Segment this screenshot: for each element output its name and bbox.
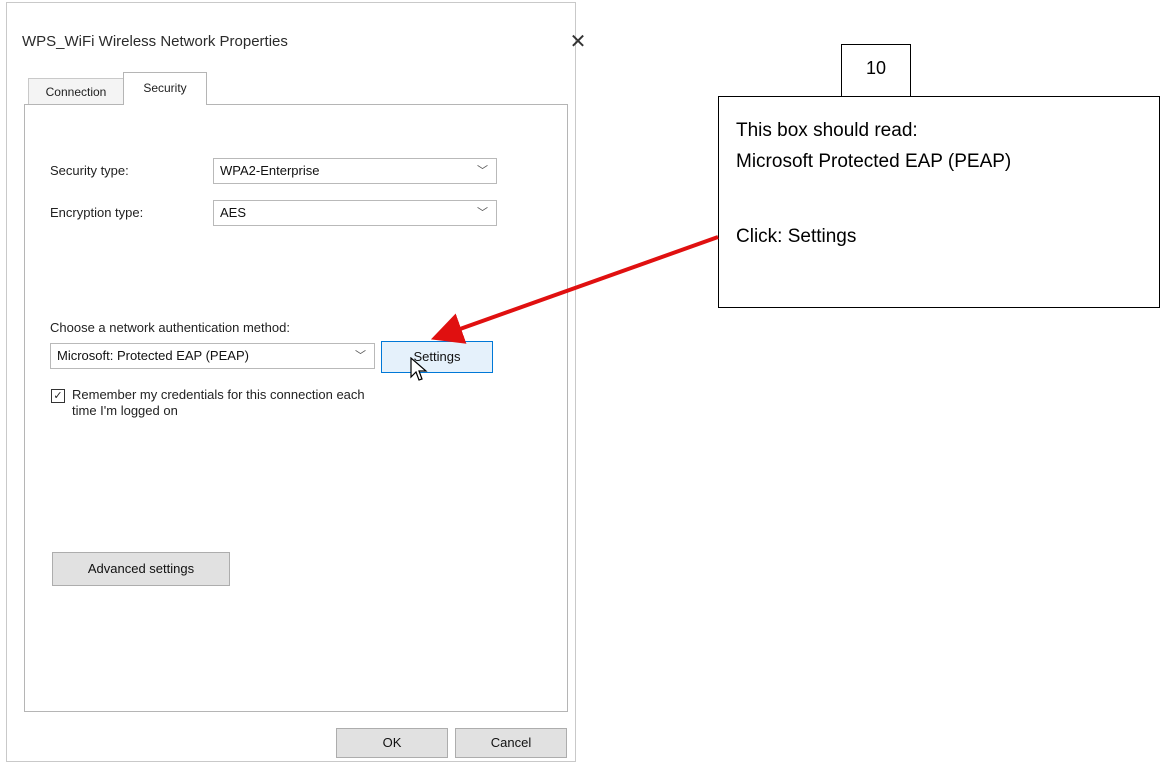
annotation-arrow [430, 235, 719, 344]
tab-security[interactable]: Security [123, 72, 207, 105]
